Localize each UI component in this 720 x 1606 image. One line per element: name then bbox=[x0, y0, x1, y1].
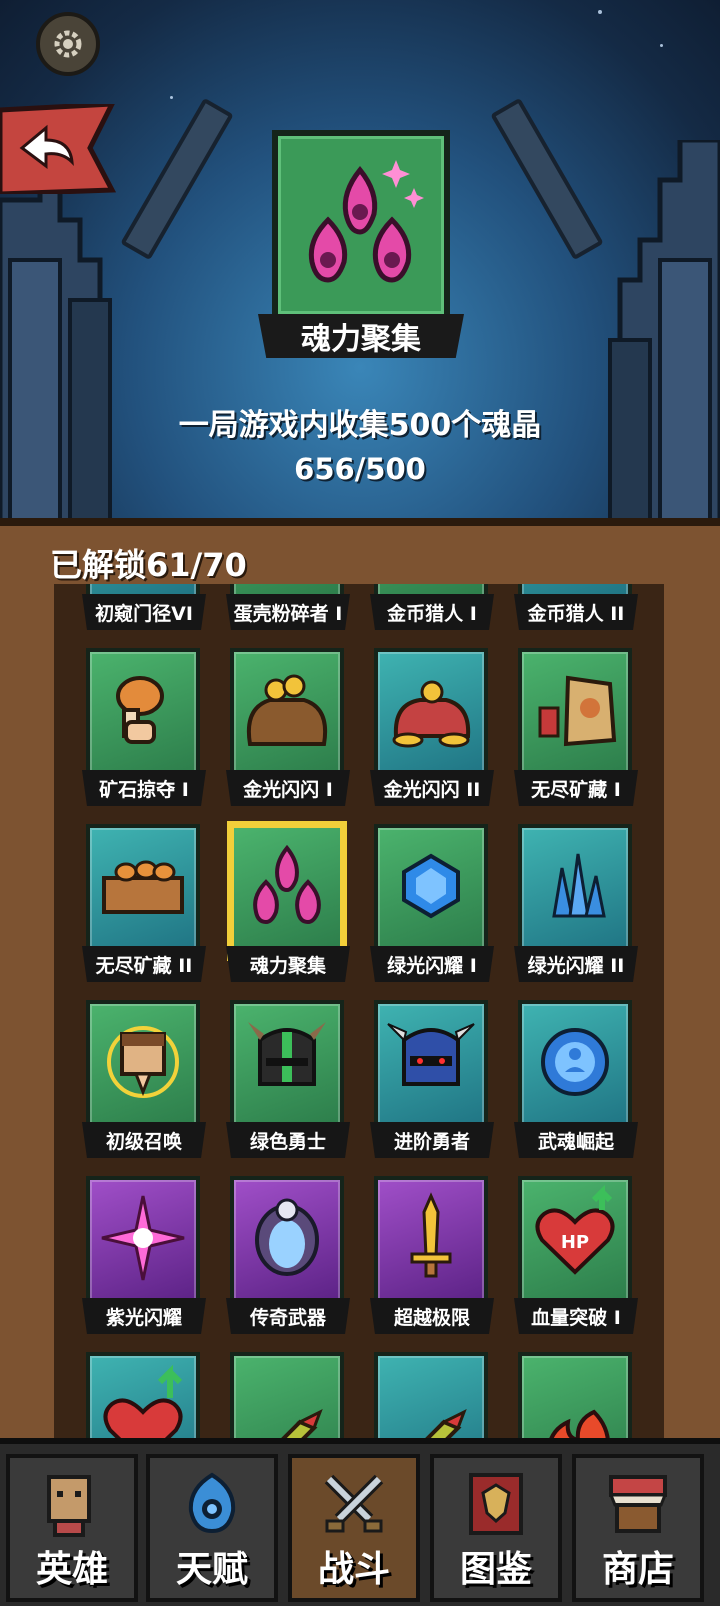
achievement-list-panel: 已解锁61/70 初窥门径VI 蛋壳粉碎者 I 金币猎人 I 金币猎人 II 矿石掠夺 … bbox=[0, 518, 720, 1446]
achievement-item[interactable]: 金光闪闪 I bbox=[214, 640, 354, 808]
achievement-item[interactable]: 武魂崛起 bbox=[502, 992, 642, 1160]
achievement-item[interactable]: HP 血量突破 I bbox=[502, 1168, 642, 1336]
achievement-label: 矿石掠夺 I bbox=[82, 770, 206, 806]
skull-shield-icon bbox=[255, 1198, 319, 1276]
blue-gem-icon bbox=[402, 853, 460, 919]
rocket-icon bbox=[273, 1408, 323, 1446]
unlocked-label: 已解锁 bbox=[50, 546, 147, 584]
unlocked-counter: 已解锁61/70 bbox=[50, 540, 247, 586]
achievement-item[interactable] bbox=[214, 1344, 354, 1446]
tab-shop[interactable]: 商店 bbox=[572, 1454, 704, 1602]
back-arrow-icon bbox=[0, 101, 117, 197]
tab-battle[interactable]: 战斗 bbox=[288, 1454, 420, 1602]
achievement-label: 超越极限 bbox=[370, 1298, 494, 1334]
crystal-cluster-icon bbox=[552, 853, 606, 918]
tab-hero-label: 英雄 bbox=[35, 1549, 108, 1590]
achievement-item[interactable]: 紫光闪耀 bbox=[70, 1168, 210, 1336]
achievement-label: 紫光闪耀 bbox=[82, 1298, 206, 1334]
tab-codex-label: 图鉴 bbox=[459, 1549, 532, 1590]
back-button[interactable] bbox=[0, 101, 118, 197]
achievement-item[interactable]: 金币猎人 II bbox=[502, 584, 642, 632]
achievement-label: 无尽矿藏 II bbox=[82, 946, 206, 982]
achievement-item[interactable] bbox=[358, 1344, 498, 1446]
achievement-label: 无尽矿藏 I bbox=[514, 770, 638, 806]
gold-bag-icon bbox=[247, 674, 327, 746]
achievement-label: 初窥门径VI bbox=[82, 594, 206, 630]
heart-up-icon bbox=[103, 1364, 183, 1446]
achievement-item[interactable]: 无尽矿藏 II bbox=[70, 816, 210, 984]
unlocked-count: 61/70 bbox=[146, 546, 247, 584]
achievement-grid[interactable]: 初窥门径VI 蛋壳粉碎者 I 金币猎人 I 金币猎人 II 矿石掠夺 I 金光闪闪 I 金光… bbox=[54, 584, 664, 1446]
hero-icon bbox=[47, 1475, 91, 1537]
achievement-label: 蛋壳粉碎者 I bbox=[226, 594, 350, 630]
achievement-label: 进阶勇者 bbox=[370, 1122, 494, 1158]
crossed-swords-icon bbox=[324, 1474, 384, 1533]
praying-hero-icon bbox=[107, 1026, 179, 1098]
tab-battle-label: 战斗 bbox=[317, 1549, 390, 1590]
achievement-label: 传奇武器 bbox=[226, 1298, 350, 1334]
talent-icon bbox=[188, 1472, 236, 1534]
achievement-item[interactable] bbox=[70, 1344, 210, 1446]
achievement-label: 初级召唤 bbox=[82, 1122, 206, 1158]
achievement-item[interactable]: 绿光闪耀 II bbox=[502, 816, 642, 984]
achievement-label: 绿光闪耀 I bbox=[370, 946, 494, 982]
achievement-item[interactable]: 魂力聚集 bbox=[214, 816, 354, 984]
purple-star-icon bbox=[101, 1195, 185, 1281]
achievement-item[interactable]: 金币猎人 I bbox=[358, 584, 498, 632]
food-crate-icon bbox=[102, 860, 184, 914]
achievement-label: 金光闪闪 II bbox=[370, 770, 494, 806]
achievement-item[interactable]: 绿色勇士 bbox=[214, 992, 354, 1160]
tab-talent-label: 天赋 bbox=[175, 1549, 248, 1590]
codex-icon bbox=[469, 1473, 523, 1535]
achievement-item[interactable]: 金光闪闪 II bbox=[358, 640, 498, 808]
gear-icon bbox=[54, 30, 82, 58]
tab-talent[interactable]: 天赋 bbox=[146, 1454, 278, 1602]
soul-flame-icon bbox=[308, 160, 424, 283]
fire-icon bbox=[546, 1409, 611, 1446]
achievement-label: 魂力聚集 bbox=[226, 946, 350, 982]
drumstick-icon bbox=[116, 676, 164, 744]
achievement-label: 血量突破 I bbox=[514, 1298, 638, 1334]
achievement-item[interactable] bbox=[502, 1344, 642, 1446]
tab-codex[interactable]: 图鉴 bbox=[430, 1454, 562, 1602]
bottom-navigation: 英雄 天赋 战斗 图鉴 商店 bbox=[0, 1438, 720, 1606]
achievement-item[interactable]: 绿光闪耀 I bbox=[358, 816, 498, 984]
gold-pile-icon bbox=[392, 680, 471, 748]
tab-hero[interactable]: 英雄 bbox=[6, 1454, 138, 1602]
achievement-label: 绿光闪耀 II bbox=[514, 946, 638, 982]
achievement-item[interactable]: 传奇武器 bbox=[214, 1168, 354, 1336]
hp-heart-icon: HP bbox=[535, 1184, 615, 1275]
blue-helmet-icon bbox=[387, 1023, 475, 1086]
shop-icon bbox=[608, 1475, 668, 1533]
achievement-label: 金币猎人 II bbox=[514, 594, 638, 630]
achievement-item[interactable]: 矿石掠夺 I bbox=[70, 640, 210, 808]
achievement-label: 金币猎人 I bbox=[370, 594, 494, 630]
achievement-description: 一局游戏内收集500个魂晶 bbox=[178, 408, 542, 443]
achievement-item[interactable]: 初级召唤 bbox=[70, 992, 210, 1160]
achievement-item[interactable]: 进阶勇者 bbox=[358, 992, 498, 1160]
tab-shop-label: 商店 bbox=[601, 1549, 674, 1590]
achievement-label: 武魂崛起 bbox=[514, 1122, 638, 1158]
loot-sack-icon bbox=[538, 675, 617, 747]
settings-button[interactable] bbox=[36, 12, 100, 76]
achievement-item[interactable]: 蛋壳粉碎者 I bbox=[214, 584, 354, 632]
achievement-item[interactable]: 初窥门径VI bbox=[70, 584, 210, 632]
golden-sword-icon bbox=[410, 1192, 452, 1278]
spirit-orb-icon bbox=[541, 1028, 609, 1096]
soul-flame-icon bbox=[253, 844, 321, 925]
achievement-label: 金光闪闪 I bbox=[226, 770, 350, 806]
green-helmet-icon bbox=[248, 1022, 326, 1086]
achievement-progress: 656/500 bbox=[294, 452, 426, 486]
achievement-label: 绿色勇士 bbox=[226, 1122, 350, 1158]
achievement-item[interactable]: 超越极限 bbox=[358, 1168, 498, 1336]
achievement-item[interactable]: 无尽矿藏 I bbox=[502, 640, 642, 808]
hp-text: HP bbox=[561, 1232, 589, 1253]
selected-achievement-badge: 魂力聚集 bbox=[258, 130, 464, 358]
achievement-detail-banner: 魂力聚集 一局游戏内收集500个魂晶 656/500 bbox=[0, 0, 720, 525]
selected-achievement-title: 魂力聚集 bbox=[258, 314, 464, 358]
rocket-icon bbox=[417, 1408, 467, 1446]
